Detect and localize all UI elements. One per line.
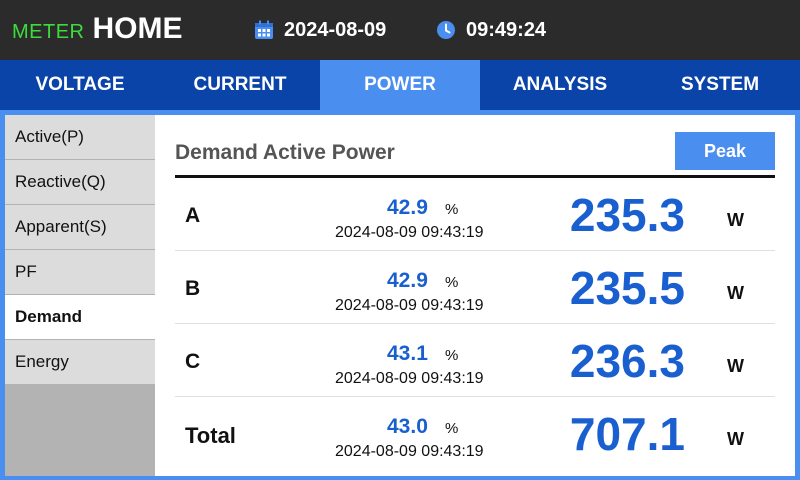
top-header: METER HOME 2024-08-09 09:49:24 [0, 0, 800, 60]
percent-unit: % [445, 347, 459, 364]
row-label: B [185, 277, 201, 300]
percent-value: 43.0 [387, 415, 428, 438]
percent-unit: % [445, 201, 459, 218]
value-unit: W [727, 429, 744, 449]
brand-logo: METER HOME [12, 12, 183, 48]
tab-analysis[interactable]: ANALYSIS [480, 60, 640, 110]
percent-value: 42.9 [387, 269, 428, 292]
brand-home-text: HOME [92, 12, 183, 45]
table-row-a: A 42.9 % 2024-08-09 09:43:19 235.3 W [175, 178, 775, 251]
header-time: 09:49:24 [436, 16, 546, 44]
date-text: 2024-08-09 [284, 18, 387, 41]
row-label: A [185, 204, 201, 227]
peak-button[interactable]: Peak [675, 132, 775, 170]
sidebar-item-apparent-s[interactable]: Apparent(S) [5, 205, 155, 249]
table-row-total: Total 43.0 % 2024-08-09 09:43:19 707.1 W [175, 397, 775, 470]
value-unit: W [727, 210, 744, 230]
page-title: Demand Active Power [175, 141, 395, 164]
value-unit: W [727, 283, 744, 303]
header-date: 2024-08-09 [254, 16, 386, 44]
time-text: 09:49:24 [466, 18, 547, 41]
demand-value: 236.3 [569, 335, 685, 387]
sidebar-item-demand[interactable]: Demand [5, 295, 155, 339]
sidebar-item-pf[interactable]: PF [5, 250, 155, 294]
sidebar: Active(P) Reactive(Q) Apparent(S) PF Dem… [5, 115, 155, 476]
percent-value: 42.9 [387, 196, 428, 219]
clock-icon [437, 21, 455, 39]
sidebar-item-energy[interactable]: Energy [5, 340, 155, 384]
demand-panel: Demand Active Power Peak A 42.9 % 2024-0… [155, 115, 795, 476]
timestamp: 2024-08-09 09:43:19 [335, 297, 484, 314]
percent-unit: % [445, 420, 459, 437]
calendar-icon [255, 20, 273, 39]
row-label: Total [185, 423, 236, 448]
value-unit: W [727, 356, 744, 376]
brand-meter-text: METER [12, 21, 85, 43]
tab-system[interactable]: SYSTEM [640, 60, 800, 110]
timestamp: 2024-08-09 09:43:19 [335, 370, 484, 387]
tab-current[interactable]: CURRENT [160, 60, 320, 110]
row-label: C [185, 350, 201, 373]
demand-value: 235.5 [569, 262, 685, 314]
table-row-b: B 42.9 % 2024-08-09 09:43:19 235.5 W [175, 251, 775, 324]
demand-value: 707.1 [569, 408, 685, 460]
timestamp: 2024-08-09 09:43:19 [335, 443, 484, 460]
tab-power[interactable]: POWER [320, 60, 480, 110]
demand-value: 235.3 [569, 189, 685, 241]
table-row-c: C 43.1 % 2024-08-09 09:43:19 236.3 W [175, 324, 775, 397]
tab-voltage[interactable]: VOLTAGE [0, 60, 160, 110]
timestamp: 2024-08-09 09:43:19 [335, 224, 484, 241]
sidebar-item-active-p[interactable]: Active(P) [5, 115, 155, 159]
percent-value: 43.1 [387, 342, 428, 365]
demand-table: A 42.9 % 2024-08-09 09:43:19 235.3 W B 4… [175, 178, 775, 470]
percent-unit: % [445, 274, 459, 291]
main-tab-bar: VOLTAGE CURRENT POWER ANALYSIS SYSTEM [0, 60, 800, 110]
sidebar-item-reactive-q[interactable]: Reactive(Q) [5, 160, 155, 204]
